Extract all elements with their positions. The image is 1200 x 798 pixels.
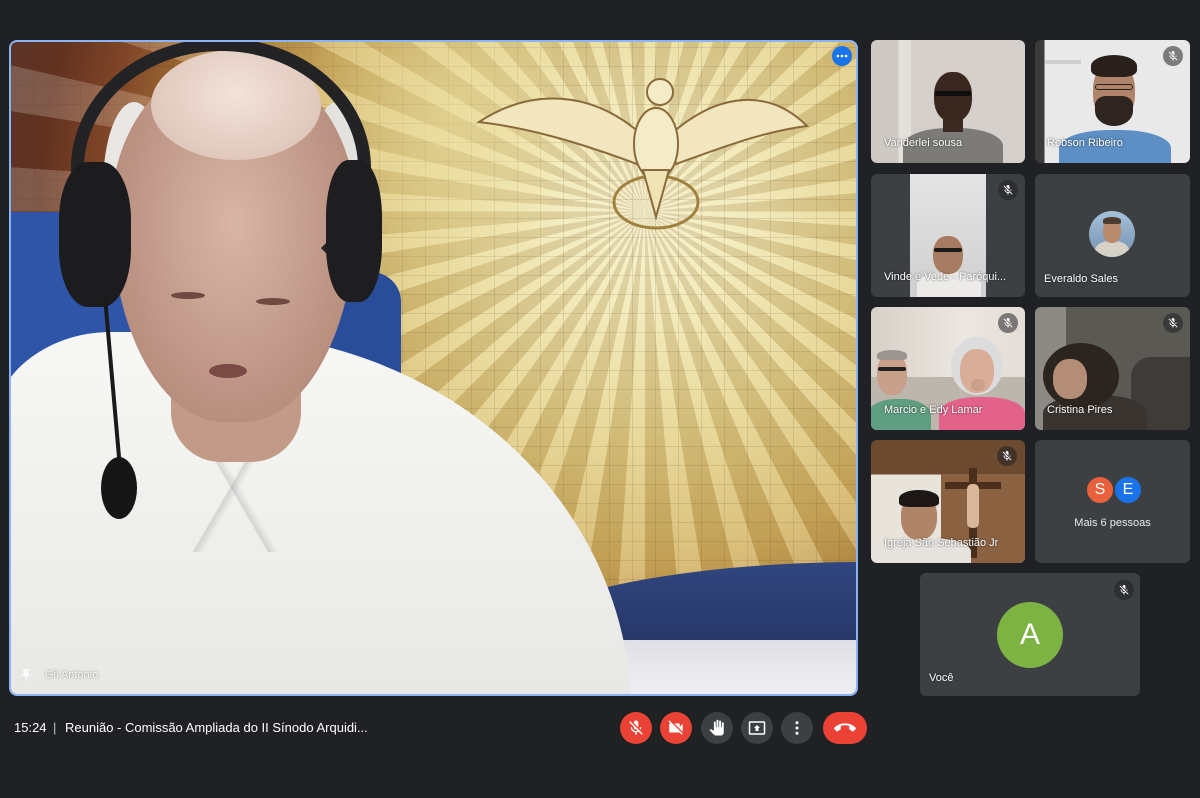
participant-name: Você bbox=[929, 672, 954, 684]
participant-tile[interactable]: Robson Ribeiro bbox=[1035, 40, 1190, 163]
more-horiz-icon bbox=[836, 54, 848, 58]
meeting-title: Reunião - Comissão Ampliada do II Sínodo… bbox=[65, 720, 368, 735]
headset-microphone bbox=[101, 457, 137, 519]
mic-off-icon bbox=[1003, 185, 1013, 195]
mic-off-icon bbox=[629, 720, 643, 735]
present-icon bbox=[748, 721, 766, 735]
mic-off-icon bbox=[1002, 451, 1012, 461]
avatar bbox=[1089, 211, 1135, 257]
self-tile[interactable]: A Você bbox=[920, 573, 1140, 696]
participant-name: Igreja São Sebastião Jr bbox=[884, 537, 999, 549]
mic-off-icon bbox=[1119, 585, 1129, 595]
participant-name: Cristina Pires bbox=[1047, 404, 1113, 416]
stained-glass-dove bbox=[476, 78, 810, 230]
participant-name: Vinde e Vede - Paróqui... bbox=[884, 271, 1007, 283]
participant-name: Vanderlei sousa bbox=[884, 137, 963, 149]
leave-call-button[interactable] bbox=[823, 712, 867, 744]
mic-off-indicator bbox=[998, 313, 1018, 333]
mic-off-indicator bbox=[1163, 46, 1183, 66]
more-vert-icon bbox=[795, 721, 799, 735]
participant-video bbox=[934, 72, 972, 122]
raise-hand-icon bbox=[709, 719, 724, 736]
participant-name: Gil Antonio bbox=[45, 669, 99, 681]
more-participants-label: Mais 6 pessoas bbox=[1074, 517, 1151, 529]
raise-hand-button[interactable] bbox=[701, 712, 733, 744]
more-options-button[interactable] bbox=[781, 712, 813, 744]
mic-off-indicator bbox=[998, 180, 1018, 200]
mic-off-indicator bbox=[1114, 580, 1134, 600]
participant-tile[interactable]: Marcio e Edy Lamar bbox=[871, 307, 1025, 430]
camera-button[interactable] bbox=[660, 712, 692, 744]
call-end-icon bbox=[834, 723, 856, 732]
participant-tile[interactable]: Vinde e Vede - Paróqui... bbox=[871, 174, 1025, 297]
pin-icon bbox=[21, 669, 31, 681]
videocam-off-icon bbox=[668, 720, 683, 735]
mic-off-icon bbox=[1168, 51, 1178, 61]
participant-tile[interactable]: Cristina Pires bbox=[1035, 307, 1190, 430]
participant-name: Robson Ribeiro bbox=[1047, 137, 1123, 149]
mic-off-indicator bbox=[997, 446, 1017, 466]
tile-options-button[interactable] bbox=[832, 46, 852, 66]
more-participants-tile[interactable]: S E Mais 6 pessoas bbox=[1035, 440, 1190, 563]
avatar: S bbox=[1085, 475, 1115, 505]
participant-tile[interactable]: Vanderlei sousa bbox=[871, 40, 1025, 163]
divider: | bbox=[53, 720, 57, 735]
meeting-time: 15:24 bbox=[14, 720, 47, 735]
microphone-button[interactable] bbox=[620, 712, 652, 744]
mic-off-icon bbox=[1168, 318, 1178, 328]
participant-tile[interactable]: Igreja São Sebastião Jr bbox=[871, 440, 1025, 563]
avatar: E bbox=[1113, 475, 1143, 505]
mic-off-indicator bbox=[1163, 313, 1183, 333]
avatar: A bbox=[997, 602, 1063, 668]
main-video-tile[interactable]: Gil Antonio bbox=[9, 40, 858, 696]
participant-name: Marcio e Edy Lamar bbox=[884, 404, 983, 416]
present-button[interactable] bbox=[741, 712, 773, 744]
participant-name: Everaldo Sales bbox=[1044, 273, 1118, 285]
participant-tile[interactable]: Everaldo Sales bbox=[1035, 174, 1190, 297]
mic-off-icon bbox=[1003, 318, 1013, 328]
